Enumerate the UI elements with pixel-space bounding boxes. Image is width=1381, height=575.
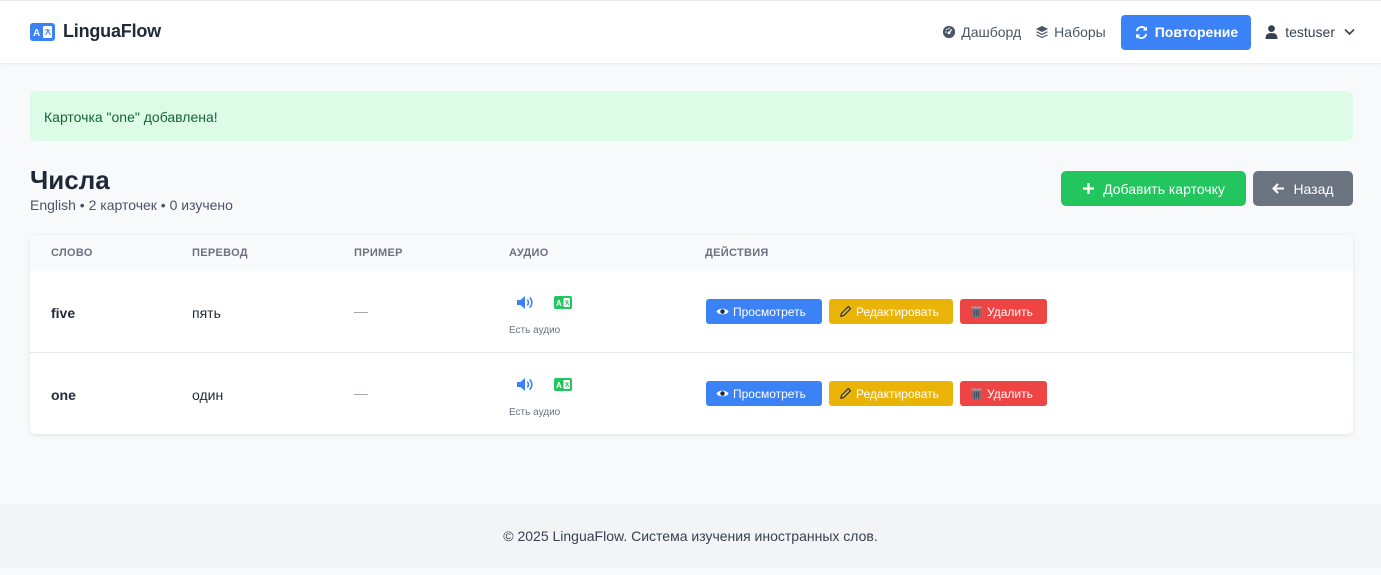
row-actions: Просмотреть Редактировать Удалить — [706, 381, 1047, 406]
nav-menu: Дашборд Наборы Повторение testuser — [942, 14, 1355, 50]
column-header-example: ПРИМЕР — [354, 247, 403, 259]
nav-sets[interactable]: Наборы — [1035, 24, 1106, 40]
table-header: СЛОВО ПЕРЕВОД ПРИМЕР АУДИО ДЕЙСТВИЯ — [30, 235, 1353, 271]
view-button-label: Просмотреть — [733, 386, 806, 401]
trash-icon — [971, 388, 982, 400]
back-button-label: Назад — [1293, 180, 1334, 197]
page-title: Числа — [30, 165, 110, 195]
pencil-icon — [840, 305, 852, 317]
row-actions: Просмотреть Редактировать Удалить — [706, 299, 1047, 324]
svg-text:A: A — [556, 381, 562, 390]
delete-button-label: Удалить — [987, 386, 1033, 401]
nav-dashboard[interactable]: Дашборд — [942, 24, 1021, 40]
audio-controls: A — [516, 295, 572, 310]
language-icon[interactable]: A — [554, 378, 572, 391]
add-card-button-label: Добавить карточку — [1103, 180, 1225, 197]
gauge-icon — [943, 25, 956, 39]
example-cell: — — [354, 303, 368, 319]
svg-text:A: A — [33, 28, 40, 39]
edit-button-label: Редактировать — [856, 386, 939, 401]
add-card-button[interactable]: Добавить карточку — [1061, 171, 1246, 206]
delete-button[interactable]: Удалить — [960, 381, 1047, 406]
nav-sets-label: Наборы — [1054, 24, 1106, 40]
audio-status: Есть аудио — [509, 325, 561, 336]
svg-text:A: A — [556, 299, 562, 308]
back-button[interactable]: Назад — [1253, 171, 1353, 206]
success-alert: Карточка "one" добавлена! — [30, 91, 1353, 141]
brand-link[interactable]: A LinguaFlow — [30, 21, 161, 42]
navbar: A LinguaFlow Дашборд Наборы Повторение t… — [0, 0, 1381, 64]
user-icon — [1265, 25, 1278, 39]
trash-icon — [971, 306, 982, 318]
language-icon[interactable]: A — [554, 296, 572, 309]
footer-text: © 2025 LinguaFlow. Система изучения инос… — [503, 528, 878, 544]
translation-cell: пять — [192, 305, 221, 321]
nav-dashboard-label: Дашборд — [961, 24, 1022, 40]
footer: © 2025 LinguaFlow. Система изучения инос… — [0, 504, 1381, 568]
audio-status: Есть аудио — [509, 407, 561, 418]
brand-name: LinguaFlow — [63, 21, 161, 41]
volume-icon[interactable] — [516, 377, 534, 392]
column-header-translation: ПЕРЕВОД — [192, 247, 248, 259]
plus-icon — [1083, 183, 1095, 194]
username: testuser — [1285, 24, 1335, 40]
view-button[interactable]: Просмотреть — [706, 381, 822, 406]
review-button[interactable]: Повторение — [1120, 14, 1252, 50]
chevron-down-icon — [1344, 28, 1355, 36]
volume-icon[interactable] — [516, 295, 534, 310]
word-cell: five — [51, 305, 76, 321]
eye-icon — [716, 308, 729, 315]
user-menu[interactable]: testuser — [1265, 24, 1355, 40]
review-button-label: Повторение — [1154, 24, 1239, 40]
view-button[interactable]: Просмотреть — [706, 299, 822, 324]
layers-icon — [1036, 25, 1049, 39]
eye-icon — [716, 390, 729, 397]
translation-cell: один — [192, 387, 224, 403]
view-button-label: Просмотреть — [733, 304, 806, 319]
edit-button[interactable]: Редактировать — [829, 299, 953, 324]
column-header-audio: АУДИО — [509, 247, 549, 259]
edit-button[interactable]: Редактировать — [829, 381, 953, 406]
page-subtitle: English • 2 карточек • 0 изучено — [30, 197, 233, 213]
delete-button[interactable]: Удалить — [960, 299, 1047, 324]
audio-controls: A — [516, 377, 572, 392]
arrow-left-icon — [1272, 183, 1285, 194]
table-row: five пять — A Есть аудио Просмотреть Ред… — [30, 271, 1353, 353]
delete-button-label: Удалить — [987, 304, 1033, 319]
example-cell: — — [354, 385, 368, 401]
edit-button-label: Редактировать — [856, 304, 939, 319]
refresh-icon — [1135, 25, 1147, 39]
cards-table: СЛОВО ПЕРЕВОД ПРИМЕР АУДИО ДЕЙСТВИЯ five… — [30, 235, 1353, 434]
column-header-word: СЛОВО — [51, 247, 93, 259]
table-row: one один — A Есть аудио Просмотреть Реда… — [30, 353, 1353, 434]
pencil-icon — [840, 387, 852, 399]
language-icon: A — [30, 22, 55, 41]
word-cell: one — [51, 387, 76, 403]
column-header-actions: ДЕЙСТВИЯ — [705, 247, 769, 259]
